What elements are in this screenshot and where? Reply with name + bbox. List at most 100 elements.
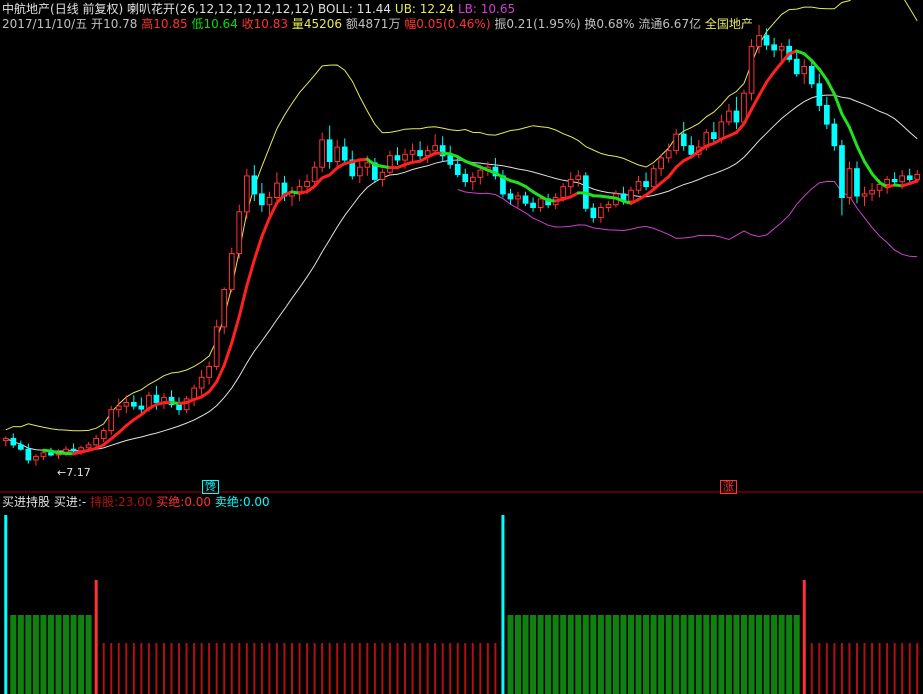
candle[interactable] xyxy=(394,155,401,161)
buy-signal-bar[interactable] xyxy=(4,515,8,694)
wait-bar[interactable] xyxy=(494,643,497,694)
candle[interactable] xyxy=(688,145,695,155)
candle[interactable] xyxy=(530,202,536,208)
hold-bar[interactable] xyxy=(590,615,597,694)
candle[interactable] xyxy=(598,207,604,219)
wait-bar[interactable] xyxy=(449,643,452,694)
candle[interactable] xyxy=(402,153,408,161)
candle[interactable] xyxy=(259,193,265,206)
hold-bar[interactable] xyxy=(575,615,582,694)
hold-bar[interactable] xyxy=(786,615,793,694)
candle[interactable] xyxy=(869,189,875,195)
stock-name[interactable]: 中航地产 xyxy=(2,2,50,16)
candle[interactable] xyxy=(244,175,250,213)
candle[interactable] xyxy=(711,132,717,139)
signal-tag-2[interactable]: 涨 xyxy=(720,480,737,494)
board-link[interactable]: 全国地产 xyxy=(705,17,753,31)
candle[interactable] xyxy=(138,405,145,410)
candle[interactable] xyxy=(635,181,642,191)
wait-bar[interactable] xyxy=(155,643,158,694)
candle[interactable] xyxy=(793,58,800,75)
wait-bar[interactable] xyxy=(208,643,211,694)
wait-bar[interactable] xyxy=(855,643,858,694)
candle[interactable] xyxy=(357,166,363,177)
wait-bar[interactable] xyxy=(298,643,301,694)
wait-bar[interactable] xyxy=(863,643,866,694)
wait-bar[interactable] xyxy=(306,643,309,694)
wait-bar[interactable] xyxy=(388,643,391,694)
candle[interactable] xyxy=(123,402,130,407)
candle[interactable] xyxy=(153,394,160,403)
candle[interactable] xyxy=(658,157,664,170)
hold-bar[interactable] xyxy=(582,615,589,694)
candle[interactable] xyxy=(515,195,521,200)
candle[interactable] xyxy=(680,133,687,147)
candle[interactable] xyxy=(673,133,679,152)
candle[interactable] xyxy=(733,110,740,123)
hold-bar[interactable] xyxy=(25,615,32,694)
hold-signal-histogram[interactable] xyxy=(4,515,919,694)
candle[interactable] xyxy=(861,193,868,197)
candle[interactable] xyxy=(85,444,92,449)
wait-bar[interactable] xyxy=(193,643,196,694)
wait-bar[interactable] xyxy=(396,643,399,694)
wait-bar[interactable] xyxy=(328,643,331,694)
candle[interactable] xyxy=(70,448,77,452)
candle[interactable] xyxy=(567,179,574,188)
candle[interactable] xyxy=(824,104,830,125)
hold-bar[interactable] xyxy=(763,615,770,694)
wait-bar[interactable] xyxy=(260,643,263,694)
candle[interactable] xyxy=(891,179,898,183)
wait-bar[interactable] xyxy=(486,643,489,694)
kline-chart[interactable] xyxy=(0,0,923,694)
candle[interactable] xyxy=(191,387,198,400)
hold-bar[interactable] xyxy=(597,615,604,694)
hold-bar[interactable] xyxy=(771,615,778,694)
hold-bar[interactable] xyxy=(545,615,552,694)
hold-bar[interactable] xyxy=(793,615,800,694)
candle[interactable] xyxy=(884,179,890,185)
candle[interactable] xyxy=(454,163,461,175)
candle[interactable] xyxy=(296,186,303,193)
wait-bar[interactable] xyxy=(291,643,294,694)
candle[interactable] xyxy=(462,173,469,183)
candle[interactable] xyxy=(778,45,785,51)
candle[interactable] xyxy=(213,326,220,367)
wait-bar[interactable] xyxy=(818,643,821,694)
wait-bar[interactable] xyxy=(893,643,896,694)
wait-bar[interactable] xyxy=(366,643,369,694)
hold-bar[interactable] xyxy=(673,615,680,694)
candle[interactable] xyxy=(763,35,770,46)
wait-bar[interactable] xyxy=(238,643,241,694)
hold-bar[interactable] xyxy=(643,615,650,694)
candle[interactable] xyxy=(605,204,612,209)
wait-bar[interactable] xyxy=(245,643,248,694)
hold-bar[interactable] xyxy=(733,615,740,694)
candle[interactable] xyxy=(507,193,514,200)
candle[interactable] xyxy=(33,455,39,461)
wait-bar[interactable] xyxy=(916,643,919,694)
hold-bar[interactable] xyxy=(10,615,17,694)
candle[interactable] xyxy=(176,404,182,411)
hold-bar[interactable] xyxy=(560,615,567,694)
wait-bar[interactable] xyxy=(456,643,459,694)
signal-tag-1[interactable]: 馋 xyxy=(202,480,219,494)
candle[interactable] xyxy=(628,189,634,202)
candle[interactable] xyxy=(447,155,454,165)
candle[interactable] xyxy=(839,145,845,198)
candle[interactable] xyxy=(63,448,69,453)
hold-bar[interactable] xyxy=(740,615,747,694)
wait-bar[interactable] xyxy=(283,643,286,694)
candle[interactable] xyxy=(93,437,100,446)
hold-bar[interactable] xyxy=(70,615,77,694)
candle[interactable] xyxy=(341,146,348,161)
hold-bar[interactable] xyxy=(522,615,529,694)
candle[interactable] xyxy=(816,83,823,106)
candle[interactable] xyxy=(522,195,529,204)
indicator-name[interactable]: 喇叭花开 xyxy=(127,2,175,16)
buy-signal-bar[interactable] xyxy=(501,515,505,694)
hold-bar[interactable] xyxy=(537,615,544,694)
hold-bar[interactable] xyxy=(725,615,732,694)
wait-bar[interactable] xyxy=(321,643,324,694)
hold-bar[interactable] xyxy=(530,615,537,694)
